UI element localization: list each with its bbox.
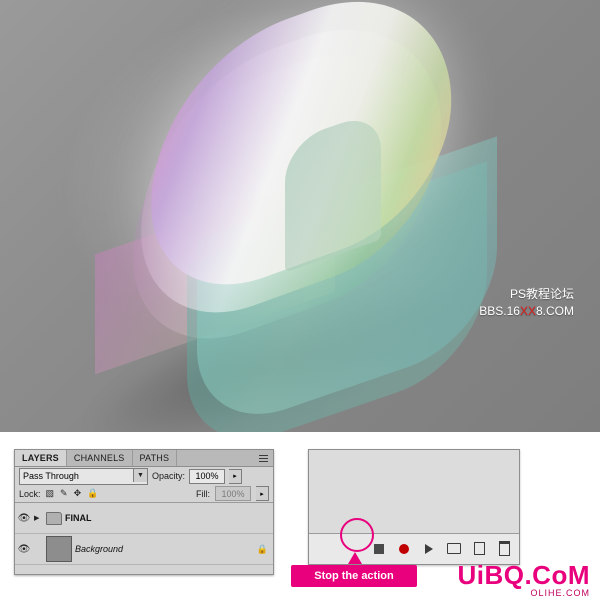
opacity-stepper-icon[interactable]: ▸ bbox=[229, 468, 243, 484]
create-new-set-button[interactable] bbox=[447, 542, 461, 556]
fill-label: Fill: bbox=[196, 488, 210, 499]
fill-stepper-icon[interactable]: ▸ bbox=[256, 486, 269, 501]
table-row[interactable]: 👁 ▶ FINAL bbox=[15, 503, 273, 534]
site-watermark: UiBQ.CoM OLIHE.COM bbox=[457, 560, 590, 598]
trash-icon bbox=[498, 541, 510, 556]
all-lock-icon[interactable]: 🔒 bbox=[87, 488, 98, 499]
panel-tab-row: LAYERS CHANNELS PATHS bbox=[15, 450, 273, 467]
chevron-down-icon[interactable]: ▼ bbox=[133, 468, 147, 482]
actions-list[interactable] bbox=[309, 450, 519, 534]
delete-button[interactable] bbox=[497, 541, 511, 556]
layer-thumbnail[interactable] bbox=[46, 536, 72, 562]
forum-watermark: PS教程论坛 BBS.16XX8.COM bbox=[479, 286, 574, 320]
isometric-number-illustration bbox=[55, 0, 525, 432]
watermark-line-2: BBS.16XX8.COM bbox=[479, 303, 574, 320]
blend-mode-row: Pass Through ▼ Opacity: 100% ▸ bbox=[15, 467, 273, 485]
screenshot-root: PS教程论坛 BBS.16XX8.COM LAYERS CHANNELS PAT… bbox=[0, 0, 600, 600]
bottom-panel-area: LAYERS CHANNELS PATHS Pass Through ▼ Opa… bbox=[0, 432, 600, 600]
layers-panel: LAYERS CHANNELS PATHS Pass Through ▼ Opa… bbox=[14, 449, 274, 575]
create-new-action-button[interactable] bbox=[472, 542, 486, 556]
new-page-icon bbox=[473, 542, 485, 555]
tab-channels[interactable]: CHANNELS bbox=[67, 450, 133, 466]
opacity-label: Opacity: bbox=[152, 471, 186, 481]
folder-icon bbox=[46, 511, 62, 525]
brush-lock-icon[interactable]: ✎ bbox=[60, 488, 68, 499]
layer-name: Background bbox=[75, 544, 124, 554]
tab-paths[interactable]: PATHS bbox=[133, 450, 178, 466]
play-selection-button[interactable] bbox=[422, 542, 436, 556]
lock-icon-group: ▧ ✎ ✥ 🔒 bbox=[46, 488, 99, 499]
watermark-line-2-red: XX bbox=[519, 304, 536, 318]
stop-playing-button[interactable] bbox=[372, 542, 386, 556]
callout-arrow-icon bbox=[348, 552, 362, 564]
blend-mode-select[interactable]: Pass Through ▼ bbox=[19, 467, 148, 485]
actions-panel bbox=[308, 449, 520, 565]
eye-icon[interactable]: 👁 bbox=[17, 513, 31, 524]
stop-square-icon bbox=[374, 543, 384, 554]
opacity-input[interactable]: 100% bbox=[189, 468, 226, 484]
play-triangle-icon bbox=[425, 543, 433, 554]
watermark-line-1: PS教程论坛 bbox=[509, 287, 574, 301]
lock-label: Lock: bbox=[19, 488, 41, 499]
blend-mode-value: Pass Through bbox=[23, 471, 79, 481]
begin-recording-button[interactable] bbox=[397, 542, 411, 556]
highlight-annotation-circle bbox=[340, 518, 374, 552]
lock-icon: 🔒 bbox=[256, 543, 268, 554]
tab-layers[interactable]: LAYERS bbox=[15, 450, 67, 466]
callout-stop-the-action-label: Stop the action bbox=[291, 565, 417, 587]
record-circle-icon bbox=[399, 543, 409, 554]
transparency-lock-icon[interactable]: ▧ bbox=[46, 488, 55, 499]
move-lock-icon[interactable]: ✥ bbox=[74, 488, 82, 499]
site-watermark-main: UiBQ.CoM bbox=[457, 560, 590, 590]
eye-icon[interactable]: 👁 bbox=[17, 544, 31, 555]
layer-list: 👁 ▶ FINAL 👁 Background 🔒 bbox=[15, 502, 273, 565]
watermark-line-2-b: 8.COM bbox=[535, 304, 574, 318]
expand-triangle-icon[interactable]: ▶ bbox=[34, 514, 43, 522]
folder-icon bbox=[447, 543, 461, 554]
lock-row: Lock: ▧ ✎ ✥ 🔒 Fill: 100% ▸ bbox=[15, 485, 273, 502]
photoshop-canvas-artwork: PS教程论坛 BBS.16XX8.COM bbox=[0, 0, 600, 432]
panel-menu-icon[interactable] bbox=[258, 453, 270, 463]
fill-input[interactable]: 100% bbox=[215, 486, 251, 501]
watermark-line-2-a: BBS.16 bbox=[479, 304, 520, 318]
layer-name: FINAL bbox=[65, 513, 92, 523]
table-row[interactable]: 👁 Background 🔒 bbox=[15, 534, 273, 565]
